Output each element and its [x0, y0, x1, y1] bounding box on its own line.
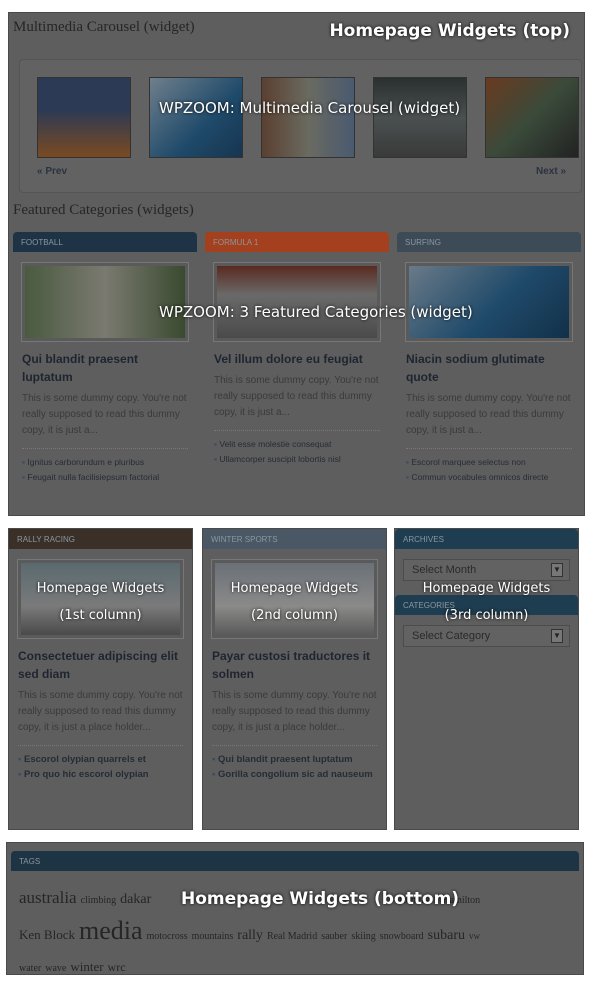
tag[interactable]: water — [19, 963, 41, 974]
post-title[interactable]: Niacin sodium glutimate quote — [406, 350, 572, 386]
tag[interactable]: mountains — [192, 931, 234, 942]
overlay-label-carousel: WPZOOM: Multimedia Carousel (widget) — [159, 99, 461, 117]
post-link[interactable]: Escorol olypian quarrels et — [18, 752, 183, 767]
post-title[interactable]: Consectetuer adipiscing elit sed diam — [18, 647, 183, 683]
featured-heading: Featured Categories (widgets) — [13, 202, 194, 218]
post-link[interactable]: Ullamcorper suscipit lobortis nisl — [214, 452, 380, 467]
category-image[interactable] — [405, 262, 573, 342]
carousel-heading: Multimedia Carousel (widget) — [13, 19, 195, 35]
carousel-thumb-sand[interactable] — [37, 77, 131, 158]
tag[interactable]: wrc — [108, 960, 126, 974]
category-image[interactable] — [213, 262, 381, 342]
overlay-label-featured: WPZOOM: 3 Featured Categories (widget) — [159, 303, 473, 321]
post-link[interactable]: Feugait nulla facilisiepsum factorial — [22, 470, 188, 485]
carousel-thumb-football[interactable] — [261, 77, 355, 158]
top-widgets-area: Multimedia Carousel (widget) « Prev Next… — [8, 12, 585, 516]
post-excerpt: This is some dummy copy. You're not real… — [214, 375, 379, 418]
carousel-prev[interactable]: « Prev — [37, 166, 67, 177]
divider — [406, 448, 572, 449]
divider — [214, 430, 380, 431]
post-link[interactable]: Velit esse molestie consequat — [214, 437, 380, 452]
category-football: FOOTBALL Qui blandit praesent luptatum T… — [13, 232, 197, 512]
tag[interactable]: Ken Block — [19, 927, 75, 942]
column-1: RALLY RACING Consectetuer adipiscing eli… — [8, 528, 193, 830]
tag[interactable]: vw — [469, 931, 480, 941]
post-title[interactable]: Qui blandit praesent luptatum — [22, 350, 188, 386]
category-formula-1: FORMULA 1 Vel illum dolore eu feugiat Th… — [205, 232, 389, 512]
tag[interactable]: dakar — [120, 892, 151, 907]
post-link[interactable]: Ignitus carborundum e pluribus — [22, 455, 188, 470]
archives-header: ARCHIVES — [395, 529, 578, 549]
post-link[interactable]: Pro quo hic escorol olypian — [18, 767, 183, 782]
column-2: WINTER SPORTS Payar custosi traductores … — [202, 528, 387, 830]
post-link[interactable]: Qui blandit praesent luptatum — [212, 752, 377, 767]
tag[interactable]: australia — [19, 888, 77, 907]
overlay-label-col1: Homepage Widgets (1st column) — [36, 581, 165, 623]
tag[interactable]: winter — [70, 959, 103, 974]
category-image[interactable] — [21, 262, 189, 342]
post-excerpt: This is some dummy copy. You're not real… — [22, 393, 187, 436]
carousel-next[interactable]: Next » — [536, 166, 566, 177]
post-link[interactable]: Gorilla congolium sic ad nauseum — [212, 767, 377, 782]
tag[interactable]: snowboard — [380, 931, 424, 942]
post-excerpt: This is some dummy copy. You're not real… — [18, 690, 183, 733]
post-excerpt: This is some dummy copy. You're not real… — [406, 393, 571, 436]
tag[interactable]: motocross — [147, 931, 188, 942]
divider — [18, 745, 183, 746]
tag[interactable]: Real Madrid — [267, 931, 317, 942]
category-surfing: SURFING Niacin sodium glutimate quote Th… — [397, 232, 581, 512]
category-header[interactable]: FORMULA 1 — [205, 232, 389, 252]
tag[interactable]: rally — [237, 928, 263, 943]
category-header[interactable]: FOOTBALL — [13, 232, 197, 252]
tag[interactable]: skiing — [351, 931, 375, 942]
dropdown-arrow-icon: ▼ — [551, 629, 563, 643]
category-header[interactable]: RALLY RACING — [9, 529, 192, 549]
post-excerpt: This is some dummy copy. You're not real… — [212, 690, 377, 733]
carousel-thumb-snowboard[interactable] — [373, 77, 467, 158]
divider — [22, 448, 188, 449]
tag[interactable]: subaru — [428, 928, 465, 943]
carousel-thumb-wave[interactable] — [149, 77, 243, 158]
tag[interactable]: media — [79, 916, 143, 945]
carousel: « Prev Next » — [19, 59, 582, 193]
post-link[interactable]: Commun vocabules omnicos directe — [406, 470, 572, 485]
overlay-label-col3: Homepage Widgets (3rd column) — [422, 581, 551, 623]
column-3: ARCHIVES Select Month ▼ CATEGORIES Select… — [394, 528, 579, 830]
tag[interactable]: climbing — [81, 895, 117, 906]
tag[interactable]: sauber — [321, 931, 347, 942]
overlay-label-top: Homepage Widgets (top) — [329, 21, 570, 41]
post-title[interactable]: Vel illum dolore eu feugiat — [214, 350, 380, 368]
post-title[interactable]: Payar custosi traductores it solmen — [212, 647, 377, 683]
post-link[interactable]: Escorol marquee selectus non — [406, 455, 572, 470]
tags-header: TAGS — [11, 851, 579, 871]
carousel-thumb-f1[interactable] — [485, 77, 579, 158]
tag[interactable]: wave — [45, 963, 66, 974]
category-header[interactable]: WINTER SPORTS — [203, 529, 386, 549]
bottom-widgets-area: TAGS australia climbing dakar formula 1 … — [6, 842, 584, 975]
overlay-label-col2: Homepage Widgets (2nd column) — [230, 581, 359, 623]
divider — [212, 745, 377, 746]
overlay-label-bottom: Homepage Widgets (bottom) — [181, 889, 460, 909]
category-header[interactable]: SURFING — [397, 232, 581, 252]
